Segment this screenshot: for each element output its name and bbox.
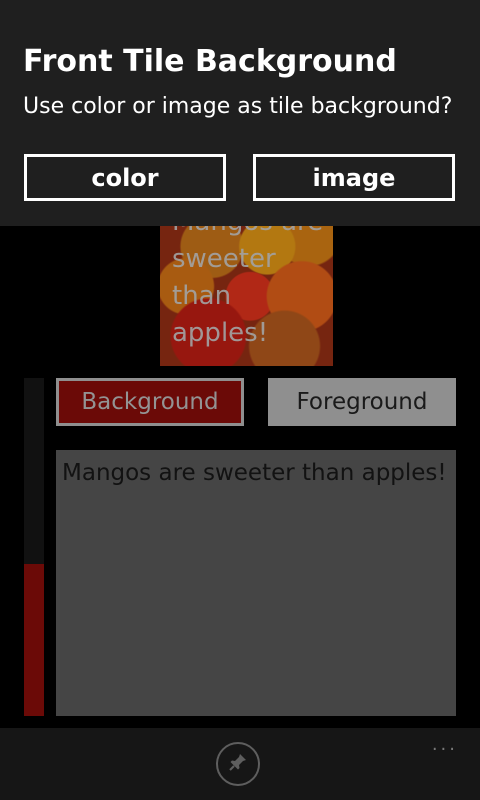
pin-icon bbox=[228, 752, 248, 776]
app-bar: ... bbox=[0, 728, 480, 800]
background-button[interactable]: Background bbox=[56, 378, 244, 426]
color-button[interactable]: color bbox=[24, 154, 226, 201]
dialog-title: Front Tile Background bbox=[23, 44, 397, 79]
image-button[interactable]: image bbox=[253, 154, 455, 201]
slider-fill bbox=[24, 563, 44, 716]
pin-button[interactable] bbox=[216, 742, 260, 786]
tile-preview-text: Mangos are sweeter than apples! bbox=[172, 207, 323, 348]
color-level-slider[interactable] bbox=[24, 378, 44, 716]
message-dialog: Front Tile Background Use color or image… bbox=[0, 0, 480, 226]
foreground-button[interactable]: Foreground bbox=[268, 378, 456, 426]
tile-text-input[interactable]: Mangos are sweeter than apples! bbox=[56, 450, 456, 716]
dialog-message: Use color or image as tile background? bbox=[23, 94, 453, 119]
more-icon[interactable]: ... bbox=[432, 736, 458, 754]
